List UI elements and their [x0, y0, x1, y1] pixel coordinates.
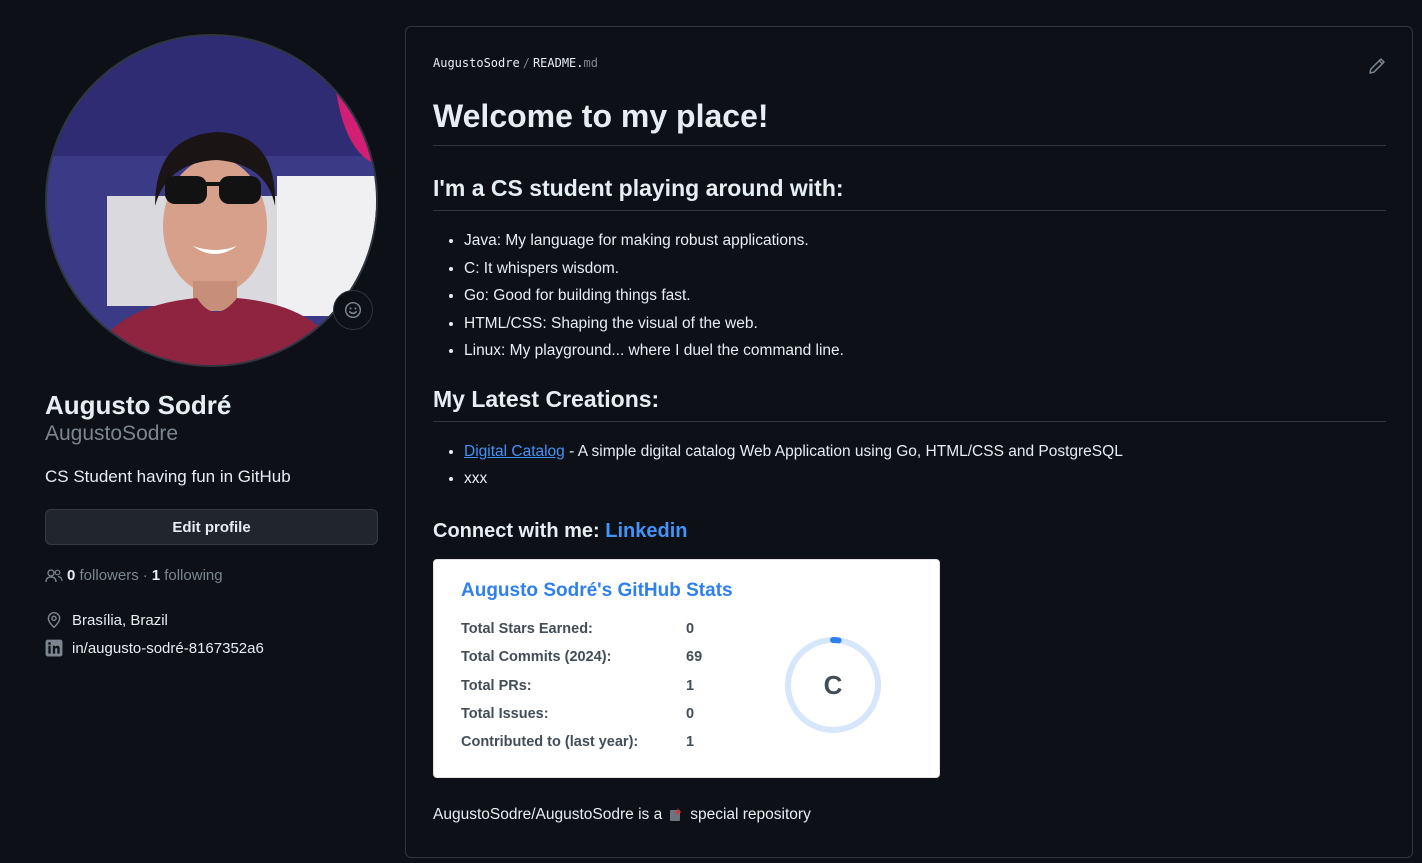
breadcrumb-owner[interactable]: AugustoSodre	[433, 56, 520, 70]
linkedin-link[interactable]: Linkedin	[605, 520, 687, 542]
linkedin-icon	[45, 639, 63, 657]
location-icon	[47, 611, 61, 629]
stats-title: Augusto Sodré's GitHub Stats	[461, 579, 733, 601]
followers-link[interactable]: 0 followers	[67, 567, 139, 584]
smiley-icon	[344, 301, 362, 319]
skill-item: Go: Good for building things fast.	[464, 282, 1386, 310]
follow-separator: ·	[142, 567, 148, 584]
connect-label: Connect with me:	[433, 519, 606, 542]
edit-readme-button[interactable]	[1368, 57, 1386, 80]
linkedin-item[interactable]: in/augusto-sodré-8167352a6	[45, 634, 378, 662]
location-text: Brasília, Brazil	[72, 611, 168, 629]
edit-profile-button[interactable]: Edit profile	[45, 509, 378, 545]
followers-label: followers	[79, 567, 139, 584]
creation-item: Digital Catalog - A simple digital catal…	[464, 438, 1386, 466]
stat-value: 0	[686, 705, 695, 722]
stat-label: Total Stars Earned:	[461, 620, 593, 637]
avatar[interactable]	[45, 34, 378, 367]
creation-description: - A simple digital catalog Web Applicati…	[564, 442, 1123, 460]
set-status-button[interactable]	[333, 290, 373, 330]
skill-item: C: It whispers wisdom.	[464, 255, 1386, 283]
followers-count: 0	[67, 567, 76, 584]
special-suffix: special repository	[690, 805, 811, 823]
skill-item: Java: My language for making robust appl…	[464, 227, 1386, 255]
avatar-container	[45, 34, 378, 367]
profile-bio: CS Student having fun in GitHub	[45, 467, 291, 486]
stat-label: Contributed to (last year):	[461, 733, 639, 750]
readme-breadcrumb: AugustoSodre / README.md	[433, 56, 598, 70]
creations-list: Digital Catalog - A simple digital catal…	[433, 438, 1386, 493]
linkedin-text[interactable]: in/augusto-sodré-8167352a6	[72, 640, 264, 657]
digital-catalog-link[interactable]: Digital Catalog	[464, 443, 565, 460]
readme-content: Welcome to my place! I'm a CS student pl…	[433, 95, 1386, 824]
skill-item: Linux: My playground... where I duel the…	[464, 337, 1386, 365]
following-count: 1	[151, 567, 161, 584]
profile-sidebar: Augusto Sodré AugustoSodre CS Student ha…	[45, 34, 378, 662]
skill-item: HTML/CSS: Shaping the visual of the web.	[464, 310, 1386, 338]
profile-name: Augusto Sodré	[45, 390, 232, 420]
rank-letter: C	[824, 670, 843, 700]
skills-list: Java: My language for making robust appl…	[433, 227, 1386, 365]
stat-value: 69	[686, 648, 703, 665]
people-icon	[45, 568, 63, 582]
stat-value: 1	[686, 733, 695, 750]
readme-card: AugustoSodre / README.md Welcome to my pla…	[405, 26, 1413, 858]
rank-ring: C	[785, 636, 881, 733]
following-link[interactable]: 1 following	[152, 567, 223, 584]
following-label: following	[164, 567, 223, 584]
heading-playing: I'm a CS student playing around with:	[433, 172, 1386, 211]
github-stats-card[interactable]: Augusto Sodré's GitHub Stats Total Stars…	[433, 558, 940, 778]
special-repo-note: AugustoSodre/AugustoSodre is a special r…	[433, 806, 1386, 824]
readme-title: Welcome to my place!	[433, 95, 1386, 146]
stat-value: 0	[686, 620, 695, 637]
profile-login: AugustoSodre	[45, 422, 179, 445]
stat-label: Total Commits (2024):	[461, 648, 612, 665]
connect-line: Connect with me: Linkedin	[433, 516, 1386, 546]
stat-label: Total PRs:	[461, 677, 532, 694]
stat-label: Total Issues:	[461, 705, 549, 722]
profile-details: Brasília, Brazil in/augusto-sodré-816735…	[45, 606, 378, 662]
heading-creations: My Latest Creations:	[433, 383, 1386, 422]
sparkle-icon	[670, 807, 683, 821]
follow-stats: 0 followers · 1 following	[45, 567, 378, 584]
avatar-photo	[47, 36, 376, 365]
location-item: Brasília, Brazil	[45, 606, 378, 634]
breadcrumb-file[interactable]: README.	[533, 56, 584, 70]
breadcrumb-file-ext: md	[583, 56, 598, 70]
creation-item: xxx	[464, 465, 1386, 493]
special-prefix: AugustoSodre/AugustoSodre is a	[433, 805, 663, 823]
breadcrumb-separator: /	[522, 56, 530, 70]
stat-value: 1	[686, 677, 695, 694]
pencil-icon	[1369, 58, 1385, 74]
